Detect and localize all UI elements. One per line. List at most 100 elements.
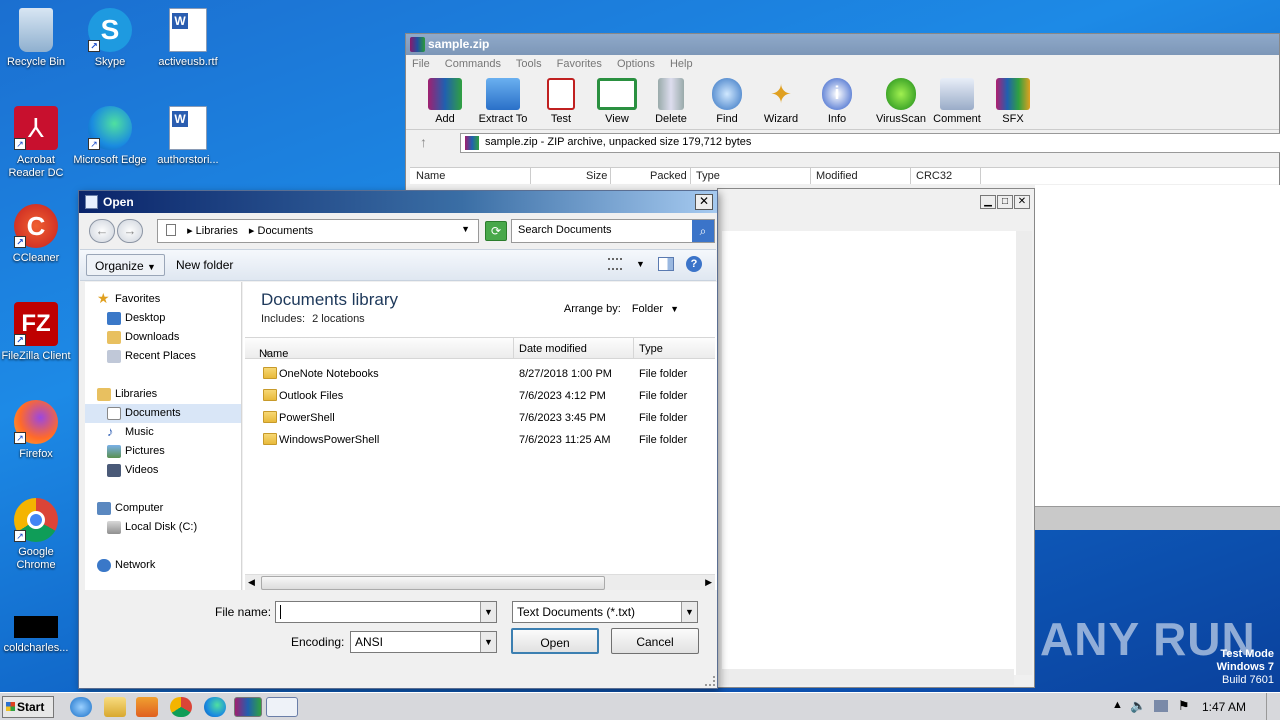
open-dialog[interactable]: Open ✕ ← → ▸ Libraries ▸ Documents ▼ ⟳ S… bbox=[78, 190, 718, 689]
column-name[interactable]: Name bbox=[416, 170, 445, 182]
help-icon[interactable]: ? bbox=[686, 256, 702, 272]
breadcrumb-documents[interactable]: Documents bbox=[258, 225, 314, 237]
column-type[interactable]: Type bbox=[696, 170, 720, 182]
table-row[interactable]: Outlook Files 7/6/2023 4:12 PM File fold… bbox=[245, 385, 715, 407]
action-center-flag-icon[interactable]: ⚑ bbox=[1178, 698, 1190, 714]
dialog-titlebar[interactable]: Open ✕ bbox=[79, 191, 717, 213]
nav-libraries[interactable]: Libraries bbox=[85, 385, 241, 404]
menu-commands[interactable]: Commands bbox=[445, 58, 501, 70]
resize-grip[interactable] bbox=[705, 676, 715, 686]
search-icon[interactable]: ⌕ bbox=[692, 220, 714, 242]
winrar-titlebar[interactable]: sample.zip bbox=[406, 34, 1279, 55]
nav-videos[interactable]: Videos bbox=[85, 461, 241, 480]
show-hidden-icons[interactable]: ▲ bbox=[1112, 699, 1123, 711]
chrome-icon[interactable] bbox=[170, 697, 192, 717]
speaker-icon[interactable]: 🔈 bbox=[1130, 698, 1146, 714]
toolbar-find-button[interactable]: Find bbox=[698, 78, 756, 125]
table-row[interactable]: OneNote Notebooks 8/27/2018 1:00 PM File… bbox=[245, 363, 715, 385]
up-arrow-icon[interactable]: ↑ bbox=[420, 134, 427, 150]
new-folder-button[interactable]: New folder bbox=[168, 254, 241, 276]
column-date-modified[interactable]: Date modified bbox=[519, 343, 587, 355]
archive-path[interactable]: sample.zip - ZIP archive, unpacked size … bbox=[460, 133, 1280, 153]
horizontal-scrollbar[interactable]: ◀ ▶ bbox=[245, 574, 715, 590]
toolbar-extract-button[interactable]: Extract To bbox=[474, 78, 532, 125]
preview-pane-icon[interactable] bbox=[658, 257, 674, 271]
breadcrumb[interactable]: ▸ Libraries ▸ Documents ▼ bbox=[157, 219, 479, 243]
close-button[interactable]: ✕ bbox=[1014, 195, 1030, 209]
desktop-icon-firefox[interactable]: ↗ Firefox bbox=[0, 400, 74, 461]
taskbar-clock[interactable]: 1:47 AM bbox=[1202, 700, 1246, 714]
menu-file[interactable]: File bbox=[412, 58, 430, 70]
nav-downloads[interactable]: Downloads bbox=[85, 328, 241, 347]
refresh-button[interactable]: ⟳ bbox=[485, 221, 507, 241]
toolbar-comment-button[interactable]: Comment bbox=[928, 78, 986, 125]
search-input[interactable]: Search Documents ⌕ bbox=[511, 219, 715, 243]
show-desktop-button[interactable] bbox=[1266, 693, 1280, 720]
desktop-icon-ccleaner[interactable]: C ↗ CCleaner bbox=[0, 204, 74, 265]
file-type-select[interactable]: Text Documents (*.txt) ▼ bbox=[512, 601, 698, 623]
dialog-close-button[interactable]: ✕ bbox=[695, 194, 713, 210]
library-locations-link[interactable]: 2 locations bbox=[312, 313, 365, 325]
minimize-button[interactable]: ▁ bbox=[980, 195, 996, 209]
toolbar-info-button[interactable]: i Info bbox=[808, 78, 866, 125]
start-button[interactable]: Start bbox=[2, 696, 54, 718]
arrange-by-dropdown[interactable]: Folder ▼ bbox=[632, 303, 679, 315]
desktop-icon-edge[interactable]: ↗ Microsoft Edge bbox=[72, 106, 148, 167]
desktop-icon-acrobat[interactable]: ⅄ ↗ Acrobat Reader DC bbox=[0, 106, 74, 180]
scrollbar-thumb[interactable] bbox=[261, 576, 605, 590]
notepad-text-area[interactable] bbox=[722, 231, 1018, 675]
toolbar-delete-button[interactable]: Delete bbox=[642, 78, 700, 125]
desktop-icon-filezilla[interactable]: FZ ↗ FileZilla Client bbox=[0, 302, 74, 363]
nav-pictures[interactable]: Pictures bbox=[85, 442, 241, 461]
forward-button[interactable]: → bbox=[117, 219, 143, 243]
breadcrumb-libraries[interactable]: Libraries bbox=[196, 225, 238, 237]
notepad-taskbar-button[interactable] bbox=[266, 697, 298, 717]
column-packed[interactable]: Packed bbox=[650, 170, 687, 182]
organize-button[interactable]: Organize ▼ bbox=[86, 254, 165, 276]
nav-network[interactable]: Network bbox=[85, 556, 241, 575]
file-explorer-icon[interactable] bbox=[104, 697, 126, 717]
column-size[interactable]: Size bbox=[586, 170, 607, 182]
chevron-down-icon[interactable]: ▼ bbox=[636, 259, 645, 269]
column-crc32[interactable]: CRC32 bbox=[916, 170, 952, 182]
toolbar-test-button[interactable]: Test bbox=[532, 78, 590, 125]
open-button[interactable]: Open bbox=[511, 628, 599, 654]
nav-local-disk[interactable]: Local Disk (C:) bbox=[85, 518, 241, 537]
column-type[interactable]: Type bbox=[639, 343, 663, 355]
scroll-left-arrow[interactable]: ◀ bbox=[248, 577, 255, 588]
nav-desktop[interactable]: Desktop bbox=[85, 309, 241, 328]
table-row[interactable]: PowerShell 7/6/2023 3:45 PM File folder bbox=[245, 407, 715, 429]
scroll-right-arrow[interactable]: ▶ bbox=[705, 577, 712, 588]
network-tray-icon[interactable] bbox=[1154, 700, 1168, 712]
desktop-icon-recycle-bin[interactable]: Recycle Bin bbox=[0, 8, 74, 69]
chevron-down-icon[interactable]: ▼ bbox=[480, 632, 496, 652]
toolbar-wizard-button[interactable]: ✦ Wizard bbox=[752, 78, 810, 125]
desktop-icon-coldcharles[interactable]: coldcharles... bbox=[0, 616, 74, 655]
chevron-down-icon[interactable]: ▼ bbox=[480, 602, 496, 622]
chevron-down-icon[interactable]: ▼ bbox=[681, 602, 697, 622]
winrar-window[interactable]: sample.zip File Commands Tools Favorites… bbox=[405, 33, 1280, 203]
table-row[interactable]: WindowsPowerShell 7/6/2023 11:25 AM File… bbox=[245, 429, 715, 451]
encoding-select[interactable]: ANSI ▼ bbox=[350, 631, 497, 653]
toolbar-virusscan-button[interactable]: VirusScan bbox=[872, 78, 930, 125]
internet-explorer-icon[interactable] bbox=[70, 697, 92, 717]
vertical-scrollbar[interactable] bbox=[1016, 231, 1032, 675]
maximize-button[interactable]: □ bbox=[997, 195, 1013, 209]
nav-music[interactable]: ♪ Music bbox=[85, 423, 241, 442]
desktop-icon-authorstori[interactable]: W authorstori... bbox=[150, 106, 226, 167]
file-name-input[interactable]: ▼ bbox=[275, 601, 497, 623]
view-options-icon[interactable] bbox=[608, 258, 622, 270]
menu-favorites[interactable]: Favorites bbox=[557, 58, 602, 70]
menu-help[interactable]: Help bbox=[670, 58, 693, 70]
desktop-icon-activeusb[interactable]: W activeusb.rtf bbox=[150, 8, 226, 69]
toolbar-add-button[interactable]: Add bbox=[416, 78, 474, 125]
media-player-icon[interactable] bbox=[136, 697, 158, 717]
back-button[interactable]: ← bbox=[89, 219, 115, 243]
nav-documents[interactable]: Documents bbox=[85, 404, 241, 423]
toolbar-sfx-button[interactable]: SFX bbox=[984, 78, 1042, 125]
desktop-icon-chrome[interactable]: ↗ Google Chrome bbox=[0, 498, 74, 572]
desktop-icon-skype[interactable]: S ↗ Skype bbox=[72, 8, 148, 69]
nav-favorites[interactable]: ★ Favorites bbox=[85, 290, 241, 309]
chevron-down-icon[interactable]: ▼ bbox=[461, 224, 470, 234]
toolbar-view-button[interactable]: View bbox=[588, 78, 646, 125]
